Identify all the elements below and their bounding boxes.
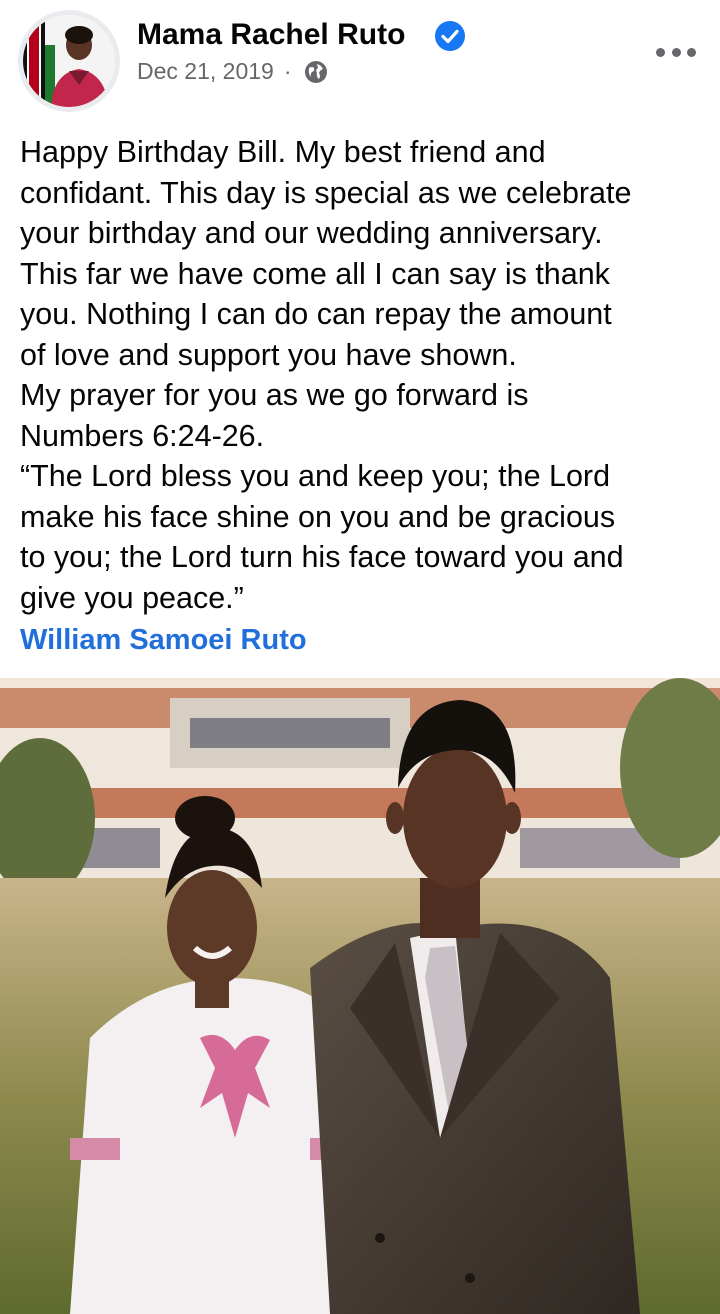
more-options-icon[interactable]	[656, 42, 696, 62]
more-dot	[656, 47, 665, 57]
post-text-line: Numbers 6:24-26.	[20, 418, 265, 453]
post-photo[interactable]	[0, 678, 720, 1314]
globe-icon	[304, 60, 328, 84]
post-text-line: to you; the Lord turn his face toward yo…	[20, 540, 624, 574]
post-meta: Dec 21, 2019 ·	[137, 58, 328, 85]
post-text-line: make his face shine on you and be gracio…	[20, 499, 616, 534]
post-text-line: your birthday and our wedding anniversar…	[20, 216, 603, 250]
post-text-line: you. Nothing I can do can repay the amou…	[20, 297, 612, 331]
post-text-line: This far we have come all I can say is t…	[20, 256, 610, 291]
post-text-line: of love and support you have shown.	[20, 337, 517, 372]
author-avatar[interactable]	[18, 10, 120, 112]
meta-separator: ·	[283, 58, 292, 84]
author-name[interactable]: Mama Rachel Ruto	[137, 18, 405, 52]
tagged-person-link[interactable]: William Samoei Ruto	[20, 620, 710, 661]
post-text-line: confidant. This day is special as we cel…	[20, 175, 632, 210]
post-message: Happy Birthday Bill. My best friend and …	[20, 132, 710, 661]
post-header: Mama Rachel Ruto Dec 21, 2019 ·	[0, 0, 720, 120]
post-date[interactable]: Dec 21, 2019	[137, 58, 274, 85]
avatar-image	[23, 15, 115, 107]
more-dot	[671, 47, 681, 57]
more-dot	[687, 47, 696, 57]
post-text-line: “The Lord bless you and keep you; the Lo…	[20, 459, 611, 493]
post-text-line: give you peace.”	[20, 580, 244, 615]
verified-badge-icon	[434, 20, 466, 52]
post-text-line: My prayer for you as we go forward is	[20, 378, 529, 412]
post-text-line: Happy Birthday Bill. My best friend and	[20, 135, 546, 169]
